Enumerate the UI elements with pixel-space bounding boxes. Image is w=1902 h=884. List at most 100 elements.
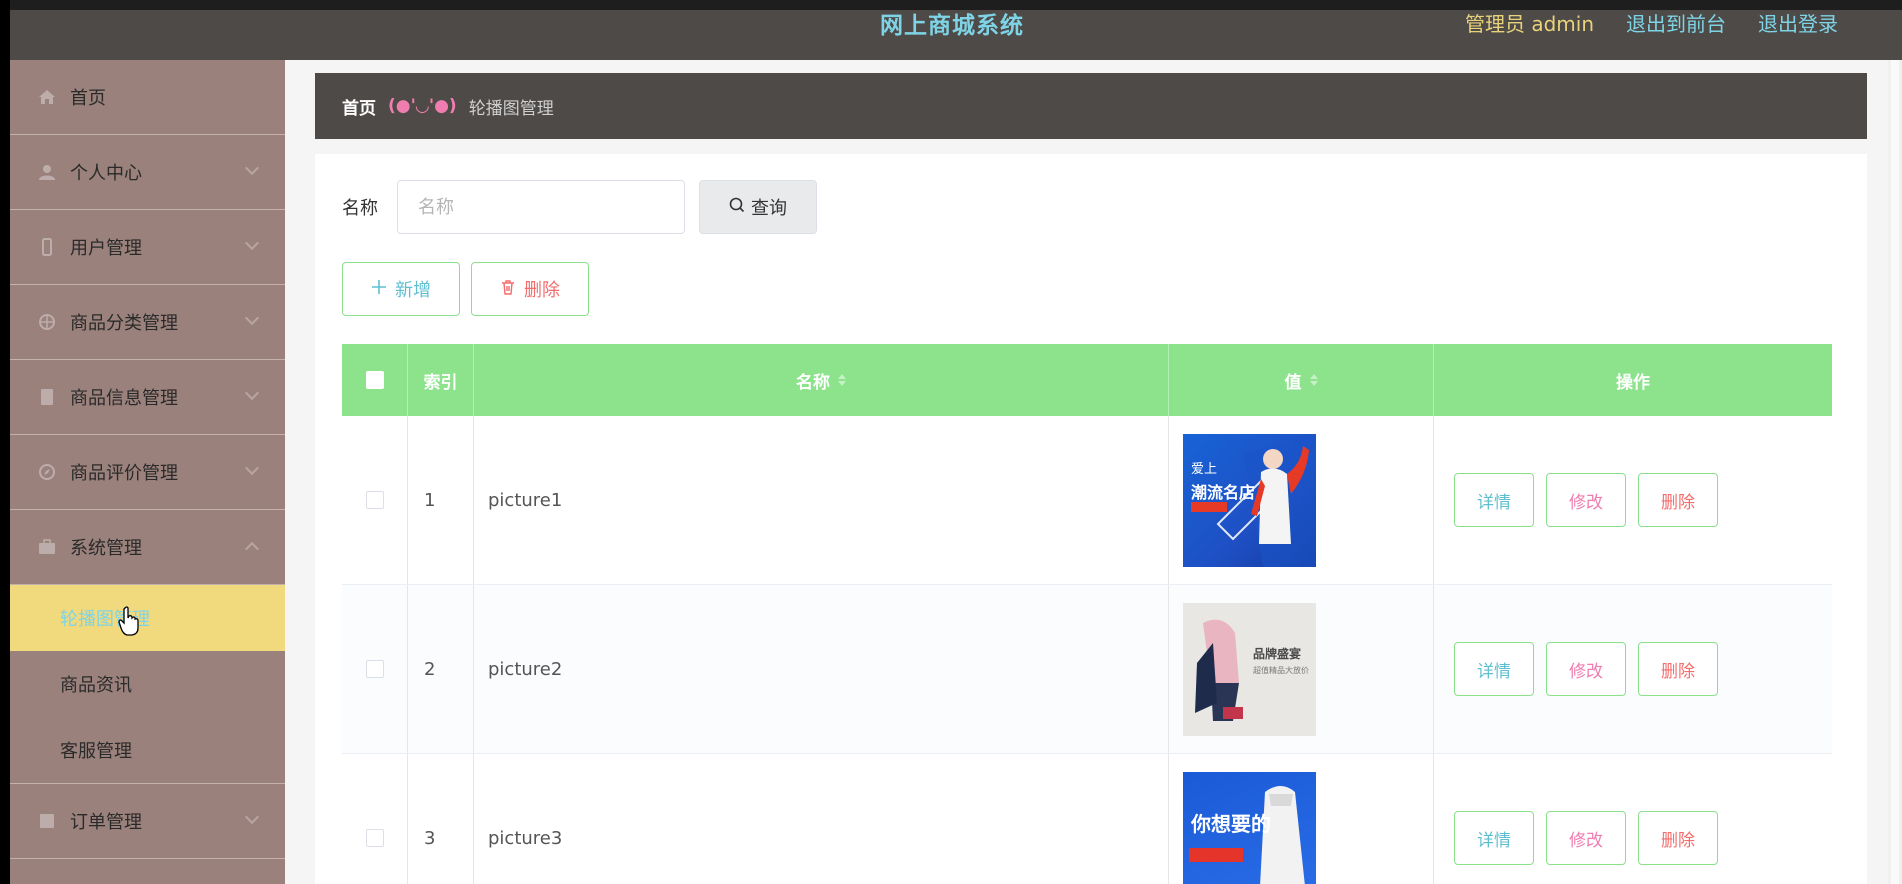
app-title: 网上商城系统 (880, 13, 1024, 39)
page-scrollbar[interactable] (1888, 60, 1902, 884)
sidebar-subitem-customer-service[interactable]: 客服管理 (10, 717, 285, 783)
carousel-thumbnail: 爱上 潮流名店 (1183, 433, 1316, 567)
thumb-caption-large: 潮流名店 (1191, 482, 1256, 502)
sidebar-subitem-carousel[interactable]: 轮播图管理 (10, 585, 285, 651)
batch-delete-button[interactable]: 删除 (471, 262, 589, 316)
sidebar-subitem-label: 商品资讯 (60, 675, 132, 696)
home-icon (38, 88, 56, 106)
table-row: 1 picture1 爱上 潮流名店 详情 修改 删除 (342, 416, 1832, 585)
sidebar-item-user-management[interactable]: 用户管理 (10, 210, 285, 285)
select-all-cell (342, 344, 408, 416)
detail-button[interactable]: 详情 (1454, 473, 1534, 527)
edit-button[interactable]: 修改 (1546, 811, 1626, 865)
hand-cursor-icon (118, 606, 140, 640)
user-icon (38, 163, 56, 181)
sidebar: 首页 个人中心 用户管理 商品分类管理 商品信息管理 商品评价管理 系统管理 轮… (10, 60, 285, 884)
chevron-down-icon (244, 235, 260, 251)
batch-delete-label: 删除 (524, 280, 560, 301)
row-select-cell (342, 585, 408, 753)
header-actions: 管理员 admin 退出到前台 退出登录 (1465, 8, 1838, 37)
row-actions: 详情 修改 删除 (1434, 585, 1832, 753)
row-checkbox[interactable] (365, 660, 384, 678)
row-value: 爱上 潮流名店 (1169, 416, 1434, 584)
sort-icon[interactable] (838, 374, 846, 386)
column-name-label: 名称 (796, 372, 830, 393)
select-all-checkbox[interactable] (365, 371, 384, 389)
sidebar-item-personal-center[interactable]: 个人中心 (10, 135, 285, 210)
row-checkbox[interactable] (365, 829, 384, 847)
add-button[interactable]: 新增 (342, 262, 460, 316)
list-icon (38, 812, 56, 830)
detail-button[interactable]: 详情 (1454, 642, 1534, 696)
chevron-up-icon (244, 541, 260, 557)
row-value: 品牌盛宴 超值精品大放价 (1169, 585, 1434, 753)
delete-button[interactable]: 删除 (1638, 642, 1718, 696)
back-to-front-link[interactable]: 退出到前台 (1626, 8, 1726, 37)
sidebar-item-label: 商品评价管理 (70, 463, 178, 484)
table-row: 3 picture3 你想要的 详情 修改 删除 (342, 754, 1832, 884)
row-index: 1 (408, 416, 474, 584)
carousel-thumbnail: 品牌盛宴 超值精品大放价 (1183, 602, 1316, 736)
row-checkbox[interactable] (365, 491, 384, 509)
column-index: 索引 (408, 344, 474, 416)
document-icon (38, 388, 56, 406)
column-value-label: 值 (1284, 372, 1302, 393)
sidebar-item-order-management[interactable]: 订单管理 (10, 784, 285, 859)
thumb-caption-small: 超值精品大放价 (1253, 665, 1309, 675)
table-row: 2 picture2 品牌盛宴 超值精品大放价 详情 修改 删除 (342, 585, 1832, 754)
delete-button[interactable]: 删除 (1638, 473, 1718, 527)
chevron-down-icon (244, 460, 260, 476)
sidebar-item-system-management[interactable]: 系统管理 (10, 510, 285, 585)
sidebar-item-label: 商品分类管理 (70, 313, 178, 334)
edit-button[interactable]: 修改 (1546, 473, 1626, 527)
sidebar-subitem-label: 客服管理 (60, 741, 132, 762)
sidebar-item-review-management[interactable]: 商品评价管理 (10, 435, 285, 510)
breadcrumb: 首页 (●'◡'●) 轮播图管理 (315, 73, 1867, 139)
content-panel: 名称 查询 新增 删除 索引 名称 值 操作 1 (315, 154, 1867, 884)
row-name: picture3 (474, 754, 1169, 884)
chevron-down-icon (244, 385, 260, 401)
column-name[interactable]: 名称 (474, 344, 1169, 416)
query-button-label: 查询 (751, 198, 787, 219)
globe-icon (38, 313, 56, 331)
thumb-caption-small: 爱上 (1191, 461, 1218, 477)
search-input[interactable] (397, 180, 685, 234)
table-header: 索引 名称 值 操作 (342, 344, 1832, 416)
sidebar-item-home[interactable]: 首页 (10, 60, 285, 135)
briefcase-icon (38, 538, 56, 556)
thumb-caption-large: 品牌盛宴 (1253, 646, 1302, 661)
sidebar-item-product-management[interactable]: 商品信息管理 (10, 360, 285, 435)
query-button[interactable]: 查询 (699, 180, 817, 234)
system-submenu: 轮播图管理 商品资讯 客服管理 (10, 585, 285, 784)
edit-button[interactable]: 修改 (1546, 642, 1626, 696)
sidebar-item-category-management[interactable]: 商品分类管理 (10, 285, 285, 360)
sort-icon[interactable] (1309, 374, 1318, 386)
row-select-cell (342, 416, 408, 584)
breadcrumb-home[interactable]: 首页 (342, 94, 376, 119)
trash-icon (500, 279, 516, 300)
phone-icon (38, 238, 56, 256)
row-index: 2 (408, 585, 474, 753)
top-header: 网上商城系统 管理员 admin 退出到前台 退出登录 (10, 0, 1902, 60)
sidebar-item-label: 商品信息管理 (70, 388, 178, 409)
chevron-down-icon (244, 310, 260, 326)
row-actions: 详情 修改 删除 (1434, 416, 1832, 584)
plus-icon (371, 279, 387, 300)
delete-button[interactable]: 删除 (1638, 811, 1718, 865)
sidebar-subitem-news[interactable]: 商品资讯 (10, 651, 285, 717)
row-value: 你想要的 (1169, 754, 1434, 884)
row-name: picture2 (474, 585, 1169, 753)
breadcrumb-current: 轮播图管理 (468, 98, 554, 119)
chevron-down-icon (244, 809, 260, 825)
thumb-tag (1191, 501, 1227, 512)
column-value[interactable]: 值 (1169, 344, 1434, 416)
column-actions: 操作 (1616, 372, 1650, 393)
row-actions: 详情 修改 删除 (1434, 754, 1832, 884)
detail-button[interactable]: 详情 (1454, 811, 1534, 865)
sidebar-item-label: 订单管理 (70, 812, 142, 833)
admin-label: 管理员 admin (1465, 12, 1595, 36)
carousel-thumbnail: 你想要的 (1183, 771, 1316, 884)
logout-link[interactable]: 退出登录 (1758, 8, 1838, 37)
row-name: picture1 (474, 416, 1169, 584)
scrollbar-thumb[interactable] (1891, 60, 1899, 884)
